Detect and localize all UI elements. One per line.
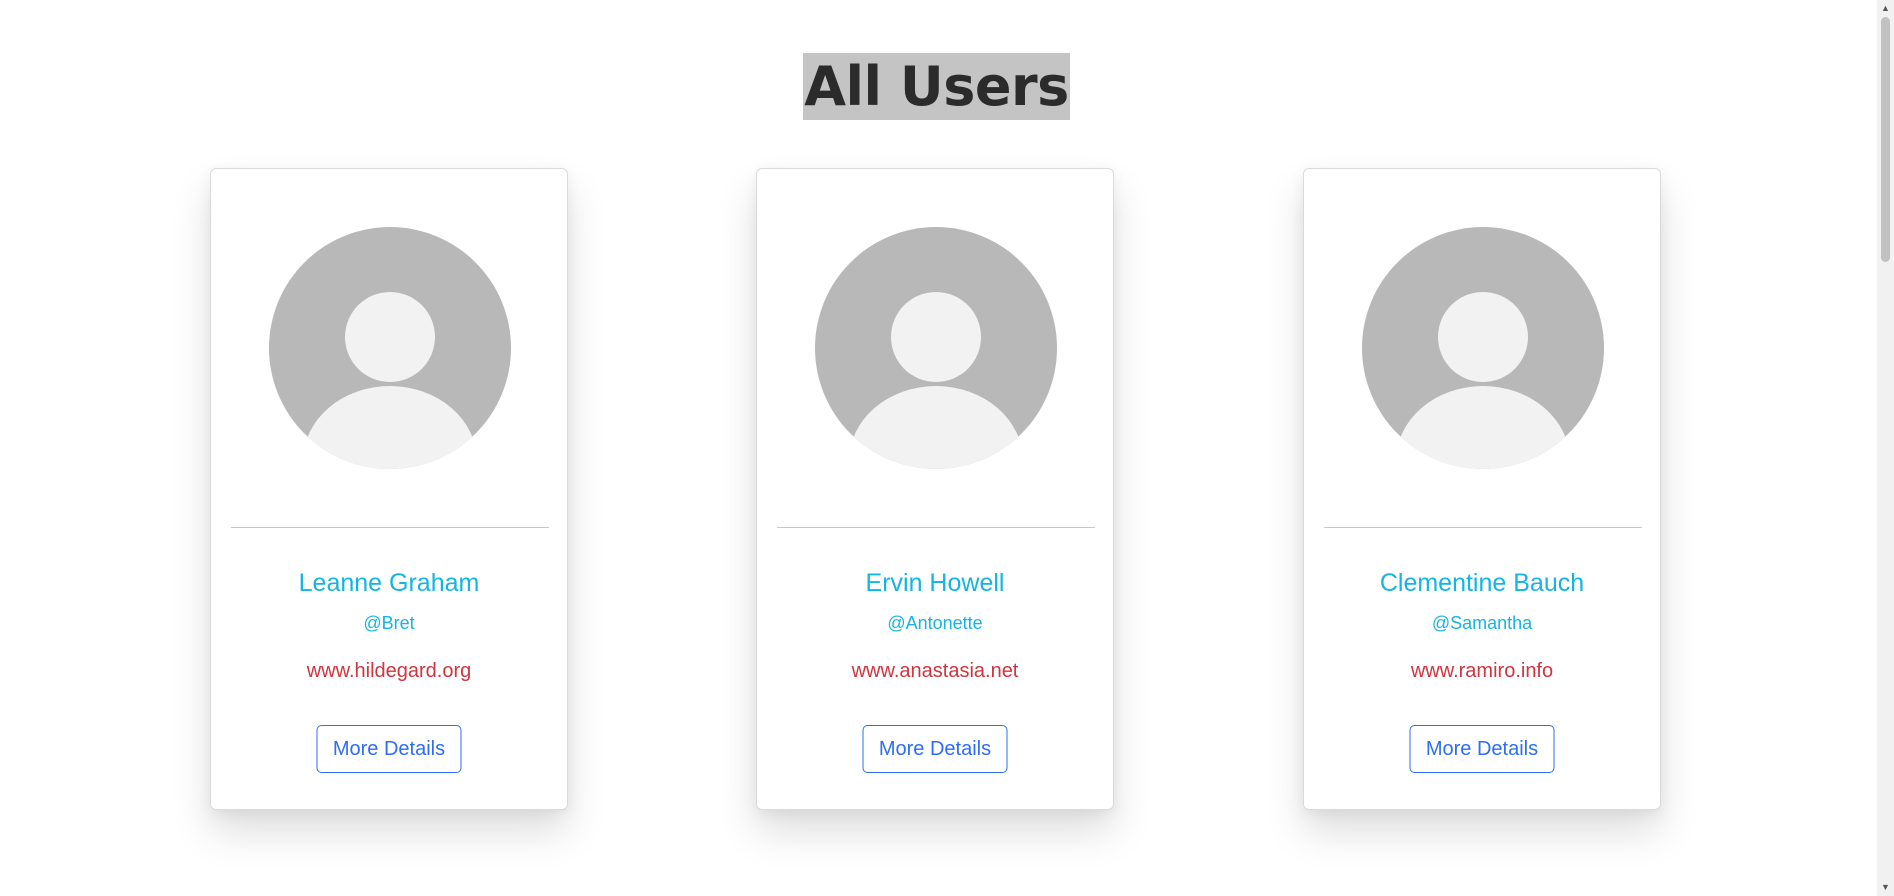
user-avatar-placeholder-icon: [815, 227, 1057, 469]
scroll-up-arrow-icon[interactable]: ▲: [1877, 0, 1894, 17]
user-username: @Bret: [363, 613, 415, 633]
title-container: All Users: [0, 53, 1873, 120]
user-avatar-placeholder-icon: [269, 227, 511, 469]
avatar-head-shape: [345, 292, 435, 382]
user-card: Ervin Howell @Antonette www.anastasia.ne…: [756, 168, 1114, 810]
vertical-scrollbar[interactable]: ▲ ▼: [1877, 0, 1894, 896]
user-card: Clementine Bauch @Samantha www.ramiro.in…: [1303, 168, 1661, 810]
scroll-down-arrow-icon[interactable]: ▼: [1877, 879, 1894, 896]
avatar-head-shape: [891, 292, 981, 382]
avatar-head-shape: [1438, 292, 1528, 382]
user-avatar-placeholder-icon: [1362, 227, 1604, 469]
user-website: www.anastasia.net: [851, 660, 1019, 682]
card-divider: [231, 527, 549, 528]
more-details-button[interactable]: More Details: [316, 725, 462, 773]
card-divider: [1324, 527, 1642, 528]
user-website: www.hildegard.org: [306, 660, 472, 682]
avatar-body-shape: [849, 386, 1023, 469]
user-name: Leanne Graham: [298, 569, 480, 597]
user-card: Leanne Graham @Bret www.hildegard.org Mo…: [210, 168, 568, 810]
more-details-button[interactable]: More Details: [1409, 725, 1555, 773]
avatar-body-shape: [303, 386, 477, 469]
page-title: All Users: [803, 53, 1070, 120]
user-name: Ervin Howell: [865, 569, 1005, 597]
users-page: All Users Leanne Graham @Bret www.hildeg…: [0, 0, 1894, 896]
more-details-button[interactable]: More Details: [862, 725, 1008, 773]
user-username: @Antonette: [887, 613, 983, 633]
avatar-body-shape: [1396, 386, 1570, 469]
user-username: @Samantha: [1431, 613, 1533, 633]
user-name: Clementine Bauch: [1379, 569, 1585, 597]
scrollbar-thumb[interactable]: [1881, 17, 1890, 262]
card-divider: [777, 527, 1095, 528]
user-website: www.ramiro.info: [1410, 660, 1554, 682]
